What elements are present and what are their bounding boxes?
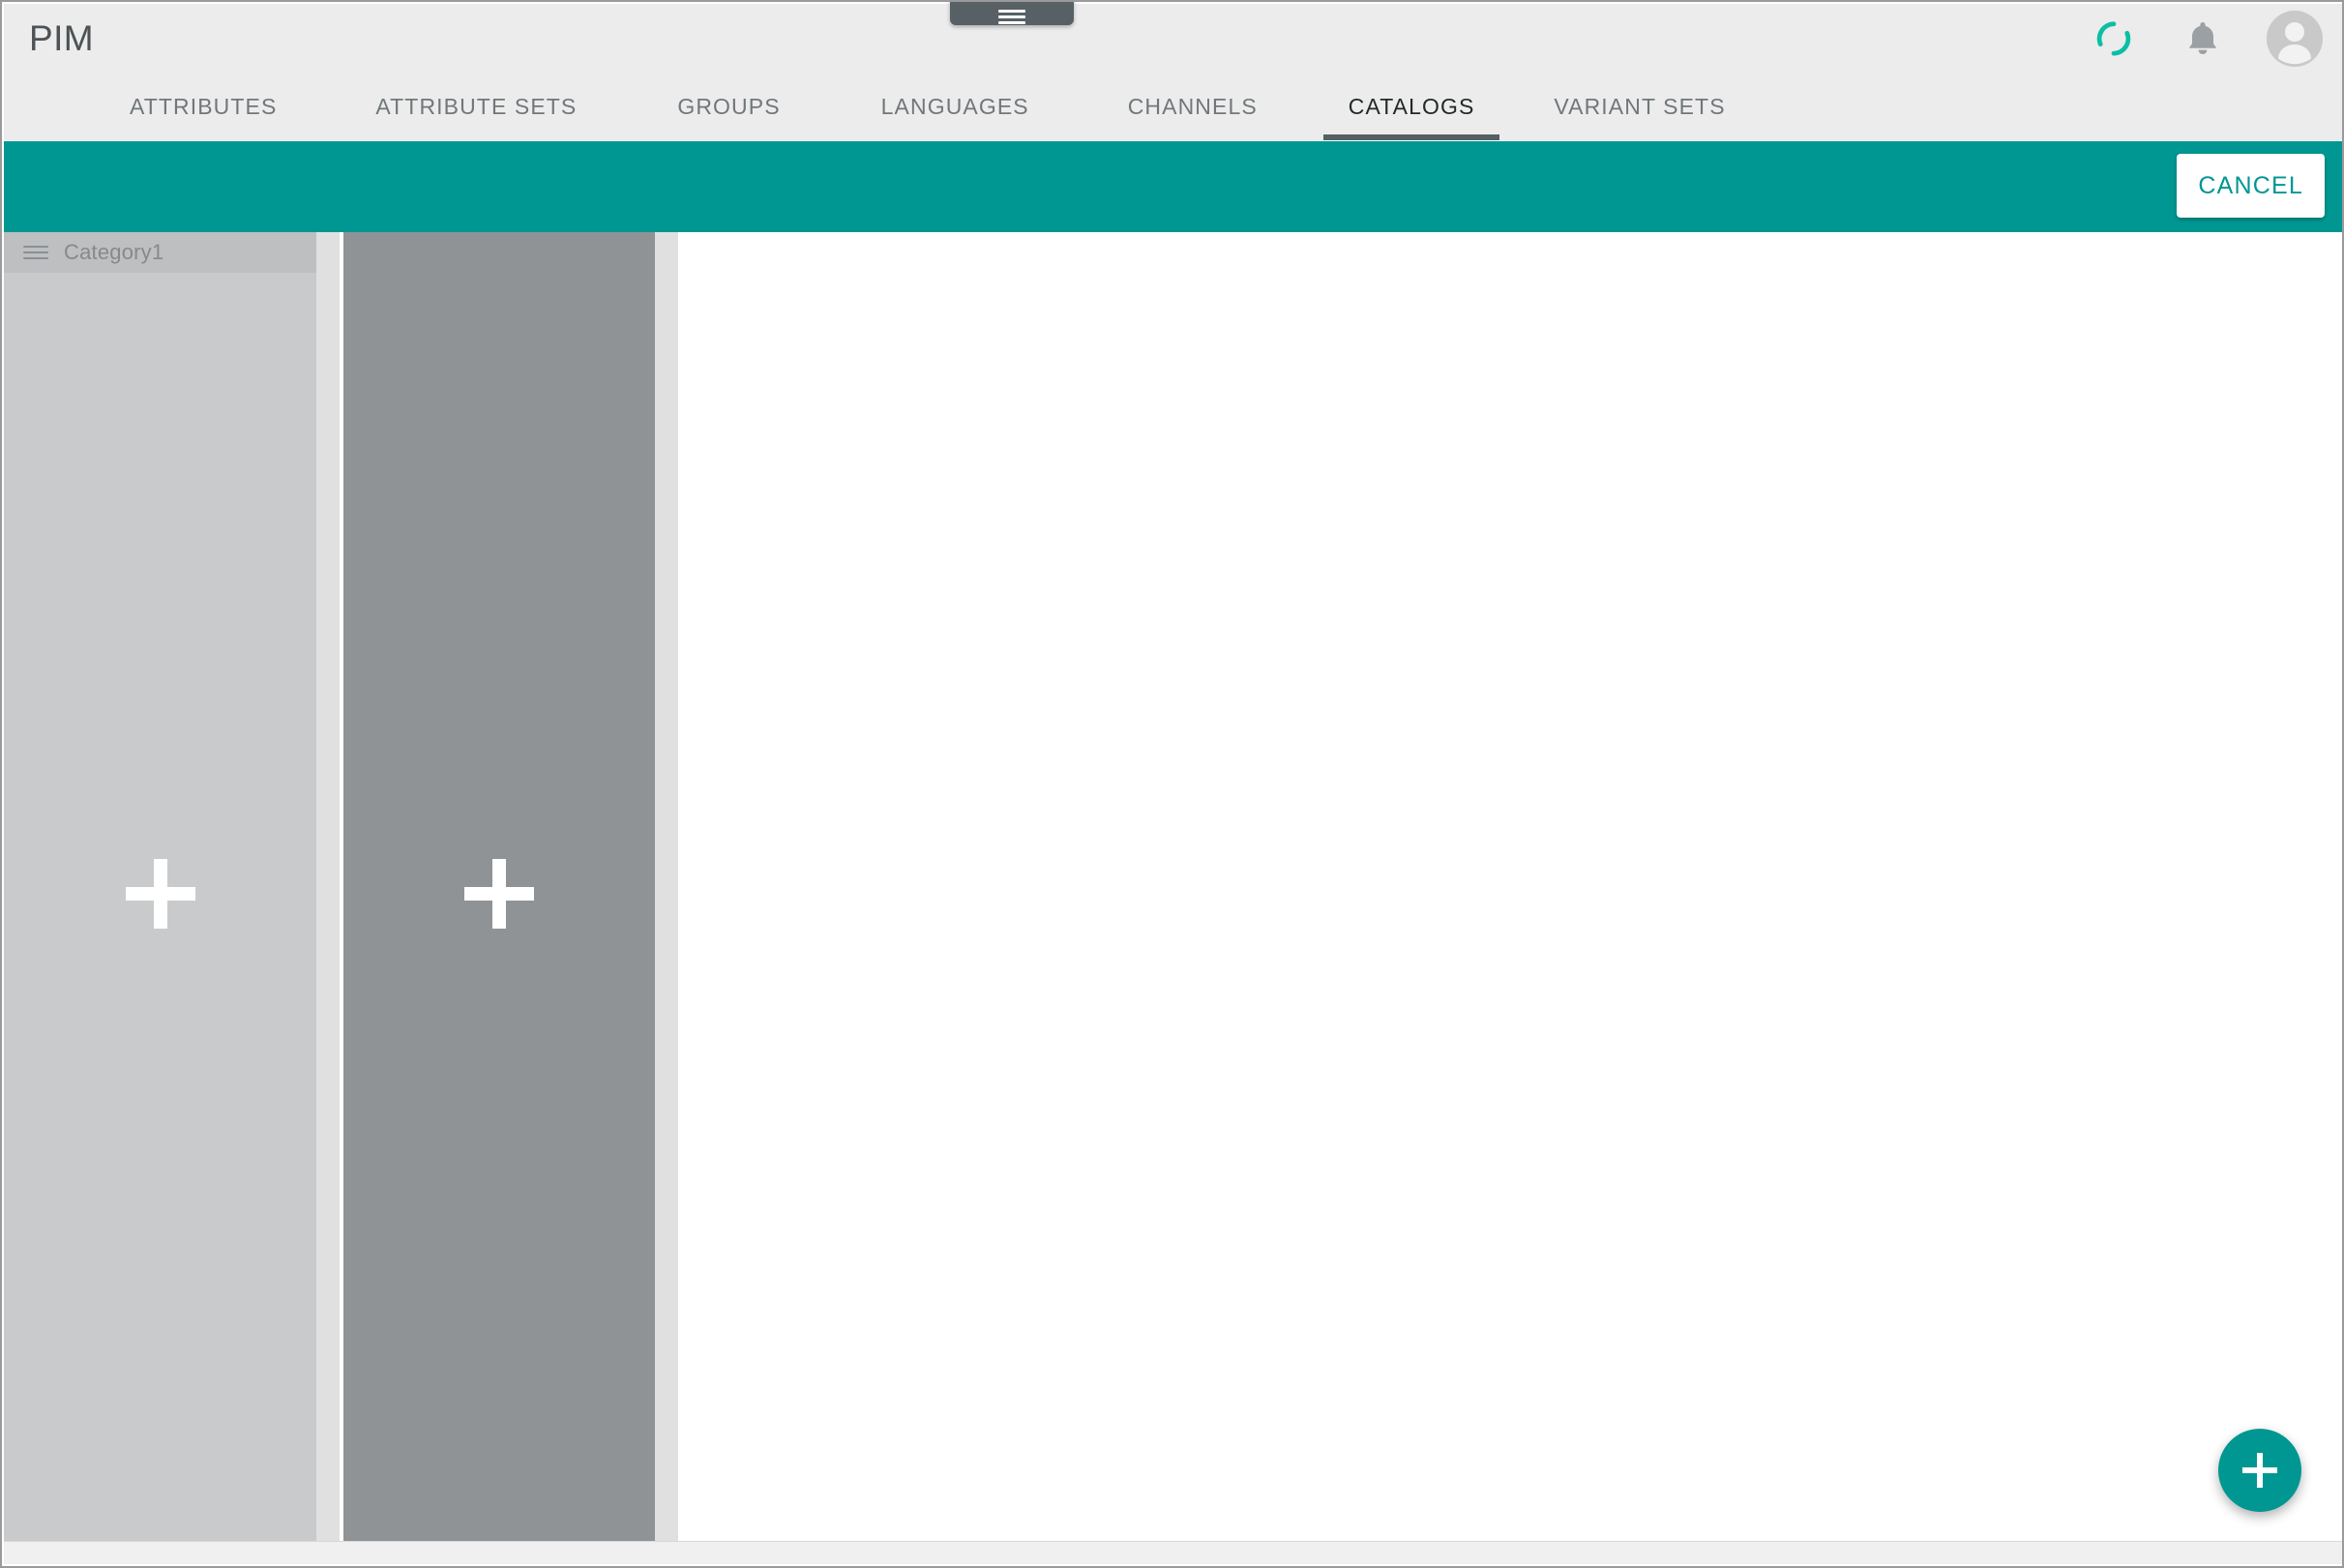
loading-spinner-icon (2096, 21, 2131, 56)
category-column-1: Category1 (4, 232, 316, 1554)
list-item-label: Category1 (64, 240, 164, 264)
tab-languages[interactable]: LANGUAGES (850, 74, 1060, 140)
tab-channels[interactable]: CHANNELS (1097, 74, 1289, 140)
column-2-gutter (655, 232, 678, 1554)
user-avatar-icon (2267, 11, 2323, 67)
tab-label: GROUPS (677, 94, 781, 119)
tab-label: ATTRIBUTES (130, 94, 278, 119)
category-column-2 (343, 232, 655, 1554)
add-category-column-1-button[interactable] (4, 232, 316, 1554)
sync-status-button[interactable] (2089, 14, 2139, 64)
tab-attribute-sets[interactable]: ATTRIBUTE SETS (344, 74, 608, 140)
list-item[interactable]: Category1 (4, 232, 316, 273)
hamburger-menu-icon (998, 10, 1025, 27)
add-catalog-fab[interactable] (2218, 1429, 2301, 1512)
tab-label: ATTRIBUTE SETS (375, 94, 578, 119)
add-category-column-2-button[interactable] (343, 232, 655, 1554)
catalog-workspace: Category1 (4, 232, 2342, 1554)
page-title: PIM (29, 18, 94, 58)
footer-strip (4, 1541, 2342, 1564)
notifications-button[interactable] (2178, 14, 2228, 64)
drawer-handle[interactable] (950, 2, 1074, 27)
tab-groups[interactable]: GROUPS (646, 74, 811, 140)
plus-icon (2242, 1453, 2277, 1488)
plus-icon (464, 858, 534, 929)
tab-label: VARIANT SETS (1554, 94, 1726, 119)
main-nav-tabs: ATTRIBUTES ATTRIBUTE SETS GROUPS LANGUAG… (4, 74, 1757, 140)
drag-handle-icon[interactable] (23, 244, 48, 261)
cancel-button[interactable]: CANCEL (2177, 154, 2325, 218)
column-1-gutter (316, 232, 340, 1554)
tab-attributes[interactable]: ATTRIBUTES (99, 74, 308, 140)
tab-variant-sets[interactable]: VARIANT SETS (1523, 74, 1756, 140)
avatar[interactable] (2267, 11, 2323, 67)
tab-label: CHANNELS (1127, 94, 1258, 119)
app-header: PIM ATTRIBUTES ATTRIBUTE SETS GROUPS LAN… (4, 2, 2342, 140)
tab-catalogs[interactable]: CATALOGS (1318, 74, 1506, 140)
tab-label: LANGUAGES (880, 94, 1029, 119)
tab-label: CATALOGS (1348, 94, 1475, 119)
header-actions (2089, 8, 2323, 70)
bell-notification-icon (2188, 22, 2217, 54)
action-bar: CANCEL (4, 141, 2342, 232)
pim-catalogs-page: PIM ATTRIBUTES ATTRIBUTE SETS GROUPS LAN… (0, 0, 2344, 1568)
plus-icon (125, 858, 195, 929)
